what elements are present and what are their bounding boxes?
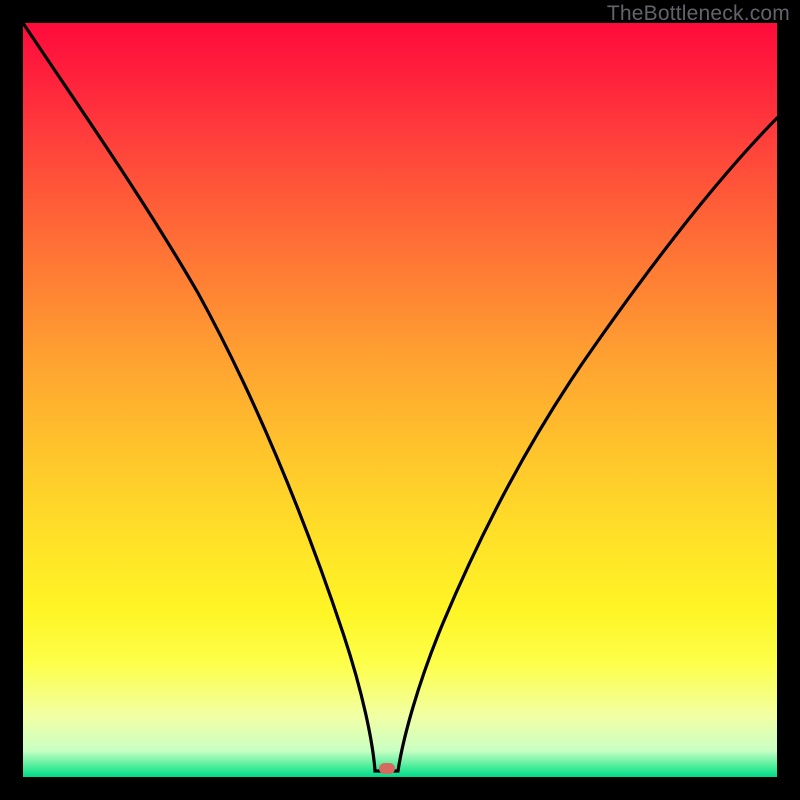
- bottleneck-curve: [23, 23, 777, 777]
- plot-frame: [23, 23, 777, 777]
- curve-path: [23, 23, 777, 771]
- optimal-point-marker: [379, 763, 395, 774]
- watermark-text: TheBottleneck.com: [607, 2, 790, 26]
